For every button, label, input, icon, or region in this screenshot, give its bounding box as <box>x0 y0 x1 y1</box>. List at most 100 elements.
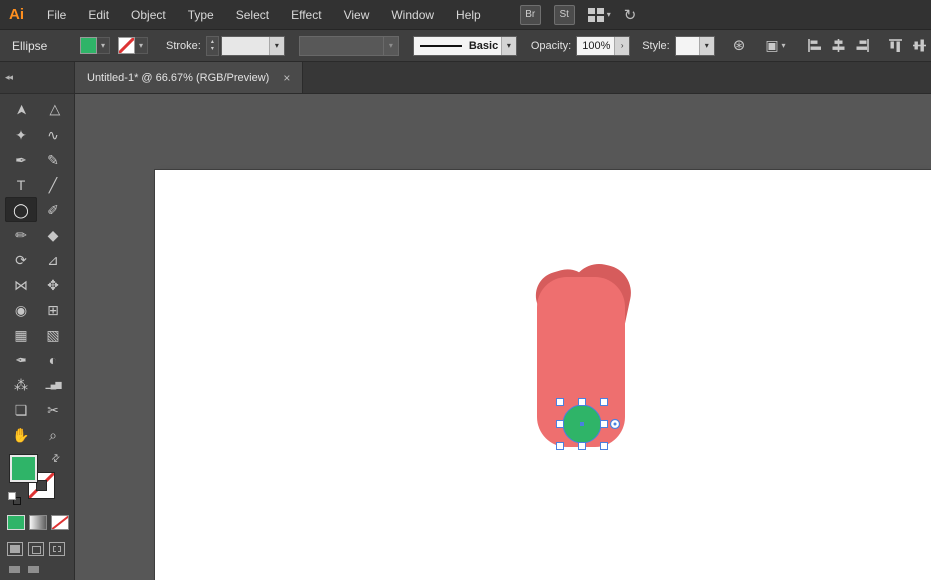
menu-item[interactable]: Select <box>225 0 280 30</box>
menu-item[interactable]: Type <box>177 0 225 30</box>
rotate-tool[interactable]: ⟳ <box>5 247 37 272</box>
chevron-down-icon[interactable]: ▾ <box>135 37 148 54</box>
blend-tool[interactable]: ◐ <box>37 347 69 372</box>
ellipse-tool[interactable]: ◯ <box>5 197 37 222</box>
scale-tool[interactable]: ⊿ <box>37 247 69 272</box>
drawing-mode-buttons <box>7 542 74 556</box>
stepper-up-icon[interactable]: ▴ <box>211 39 214 46</box>
handle-middle-left[interactable] <box>556 420 564 428</box>
handle-middle-right[interactable] <box>600 420 608 428</box>
stroke-style-combo[interactable]: Basic ▾ <box>412 35 517 56</box>
gradient-tool[interactable]: ▧ <box>37 322 69 347</box>
arrange-documents-button[interactable]: ▾ <box>587 7 611 22</box>
align-center-icon[interactable] <box>830 37 847 54</box>
fill-color-swatch[interactable] <box>80 37 97 54</box>
handle-top-left[interactable] <box>556 398 564 406</box>
eyedropper-tool[interactable]: ✒ <box>5 347 37 372</box>
symbol-sprayer-tool[interactable]: ⁂ <box>5 372 37 397</box>
paintbrush-tool[interactable]: ✐ <box>37 197 69 222</box>
tool-icon: ✒ <box>15 351 27 368</box>
menu-item[interactable]: Edit <box>77 0 120 30</box>
draw-behind-button[interactable] <box>28 542 44 556</box>
edit-toolbar-icon[interactable] <box>28 566 39 573</box>
graphic-style-combo[interactable]: ▾ <box>674 35 715 56</box>
opacity-value: 100% <box>582 39 611 52</box>
slice-tool[interactable]: ✂ <box>37 397 69 422</box>
tool-icon: ⌕ <box>49 426 57 443</box>
free-transform-tool[interactable]: ✥ <box>37 272 69 297</box>
tool-icon: ◐ <box>48 351 58 368</box>
menu-item[interactable]: Effect <box>280 0 332 30</box>
stroke-weight-stepper[interactable]: ▴ ▾ <box>205 35 219 56</box>
chevron-down-icon[interactable]: ▾ <box>698 36 714 55</box>
gradient-button[interactable] <box>29 515 47 530</box>
stock-badge[interactable]: St <box>553 4 575 25</box>
lasso-tool[interactable]: ∿ <box>37 122 69 147</box>
selection-tool[interactable]: ➤ <box>5 97 37 122</box>
menu-item[interactable]: File <box>36 0 77 30</box>
opacity-field[interactable]: 100% › <box>576 35 631 56</box>
sync-icon[interactable]: ↻ <box>624 6 637 24</box>
close-icon[interactable]: × <box>283 71 290 85</box>
handle-bottom-left[interactable] <box>556 442 564 450</box>
curvature-tool[interactable]: ✎ <box>37 147 69 172</box>
stroke-weight-combo[interactable]: ▾ <box>220 35 285 56</box>
fill-indicator[interactable] <box>10 455 37 482</box>
type-tool[interactable]: T <box>5 172 37 197</box>
screen-mode-icon[interactable] <box>9 566 20 573</box>
artboard-tool[interactable]: ❏ <box>5 397 37 422</box>
shape-builder-tool[interactable]: ◉ <box>5 297 37 322</box>
align-left-icon[interactable] <box>806 37 823 54</box>
handle-bottom-center[interactable] <box>578 442 586 450</box>
chevron-down-icon: ▾ <box>606 10 611 19</box>
menu-item[interactable]: View <box>333 0 381 30</box>
align-top-icon[interactable] <box>887 37 904 54</box>
width-tool[interactable]: ⋈ <box>5 272 37 297</box>
live-shape-widget[interactable] <box>609 418 621 430</box>
magic-wand-tool[interactable]: ✦ <box>5 122 37 147</box>
direct-selection-tool[interactable]: ▷ <box>37 97 69 122</box>
tools-panel-header: ◂◂ <box>0 62 74 94</box>
brush-definition-combo[interactable]: ▾ <box>298 35 399 56</box>
pen-tool[interactable]: ✒ <box>5 147 37 172</box>
artwork-layer[interactable] <box>75 94 931 580</box>
align-vcenter-icon[interactable] <box>911 37 928 54</box>
tool-icon: ▁▄▆ <box>45 379 62 389</box>
chevron-down-icon[interactable]: ▾ <box>268 36 284 55</box>
collapse-panel-icon[interactable]: ◂◂ <box>5 72 13 83</box>
selection-center-point[interactable] <box>580 422 584 426</box>
handle-top-center[interactable] <box>578 398 586 406</box>
tool-icon: ⋈ <box>14 276 28 293</box>
default-fill-stroke-icon[interactable] <box>8 492 23 507</box>
perspective-grid-tool[interactable]: ⊞ <box>37 297 69 322</box>
menu-item[interactable]: Window <box>380 0 445 30</box>
handle-top-right[interactable] <box>600 398 608 406</box>
draw-inside-button[interactable] <box>49 542 65 556</box>
draw-normal-button[interactable] <box>7 542 23 556</box>
color-button[interactable] <box>7 515 25 530</box>
align-right-icon[interactable] <box>854 37 871 54</box>
bridge-badge[interactable]: Br <box>519 4 541 25</box>
handle-bottom-right[interactable] <box>600 442 608 450</box>
document-setup-button[interactable]: ▣ ▾ <box>765 37 785 54</box>
document-tab[interactable]: Untitled-1* @ 66.67% (RGB/Preview) × <box>75 62 304 93</box>
stroke-color-swatch[interactable] <box>118 37 135 54</box>
hand-tool[interactable]: ✋ <box>5 422 37 447</box>
stroke-preview-line <box>419 44 462 47</box>
none-button[interactable] <box>51 515 69 530</box>
line-segment-tool[interactable]: ╱ <box>37 172 69 197</box>
eraser-tool[interactable]: ◆ <box>37 222 69 247</box>
canvas-area[interactable] <box>75 94 931 580</box>
chevron-right-icon[interactable]: › <box>614 36 630 55</box>
stepper-down-icon[interactable]: ▾ <box>211 46 214 53</box>
swap-fill-stroke-icon[interactable]: ⇄ <box>49 452 63 466</box>
zoom-tool[interactable]: ⌕ <box>37 422 69 447</box>
recolor-artwork-icon[interactable]: ⊛ <box>733 38 746 53</box>
shaper-tool[interactable]: ✏ <box>5 222 37 247</box>
chevron-down-icon[interactable]: ▾ <box>500 36 516 55</box>
chevron-down-icon[interactable]: ▾ <box>97 37 110 54</box>
mesh-tool[interactable]: ▦ <box>5 322 37 347</box>
menu-item[interactable]: Help <box>445 0 492 30</box>
column-graph-tool[interactable]: ▁▄▆ <box>37 372 69 397</box>
menu-item[interactable]: Object <box>120 0 177 30</box>
